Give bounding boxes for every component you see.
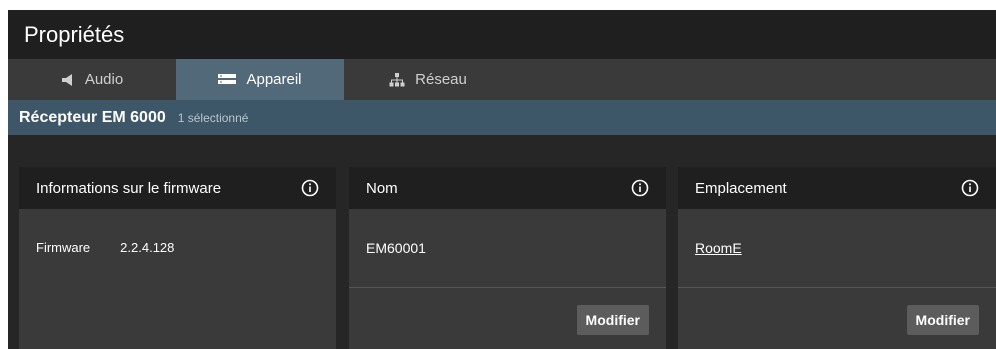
- info-icon[interactable]: [631, 179, 649, 197]
- network-icon: [389, 72, 405, 87]
- tab-device[interactable]: Appareil: [176, 59, 344, 100]
- cards-area: Informations sur le firmware Firmware 2.…: [8, 135, 996, 349]
- name-card-header: Nom: [349, 167, 666, 209]
- location-card-body: RoomE Modifier: [678, 209, 996, 349]
- modify-name-button[interactable]: Modifier: [576, 305, 649, 335]
- tab-bar: Audio Appareil Réseau: [8, 59, 996, 100]
- location-card-header: Emplacement: [678, 167, 996, 209]
- name-card: Nom EM60001 Modifier: [349, 167, 666, 349]
- firmware-label: Firmware: [36, 240, 91, 255]
- firmware-card-body: Firmware 2.2.4.128: [19, 209, 336, 349]
- firmware-card-header: Informations sur le firmware: [19, 167, 336, 209]
- info-icon[interactable]: [301, 179, 319, 197]
- device-name-value: EM60001: [366, 240, 426, 256]
- modify-location-button[interactable]: Modifier: [906, 305, 979, 335]
- firmware-row: Firmware 2.2.4.128: [36, 240, 174, 255]
- speaker-icon: [61, 73, 75, 87]
- tab-audio[interactable]: Audio: [8, 59, 176, 100]
- divider: [349, 287, 666, 288]
- properties-panel: Propriétés Audio Appareil Réseau Récepte…: [8, 10, 996, 349]
- panel-title: Propriétés: [8, 10, 996, 59]
- location-card-title: Emplacement: [695, 179, 787, 197]
- name-card-body: EM60001 Modifier: [349, 209, 666, 349]
- device-bar: Récepteur EM 6000 1 sélectionné: [8, 100, 996, 135]
- device-name: Récepteur EM 6000: [19, 108, 166, 126]
- tab-network[interactable]: Réseau: [344, 59, 512, 100]
- location-link[interactable]: RoomE: [695, 240, 742, 256]
- name-card-title: Nom: [366, 179, 398, 197]
- info-icon[interactable]: [961, 179, 979, 197]
- firmware-card: Informations sur le firmware Firmware 2.…: [19, 167, 336, 349]
- tab-network-label: Réseau: [415, 71, 467, 88]
- firmware-card-title: Informations sur le firmware: [36, 179, 222, 197]
- selection-count: 1 sélectionné: [177, 110, 249, 125]
- tab-audio-label: Audio: [84, 71, 124, 88]
- device-icon: [218, 73, 237, 87]
- tab-device-label: Appareil: [246, 71, 302, 88]
- divider: [678, 287, 996, 288]
- location-card: Emplacement RoomE Modifier: [678, 167, 996, 349]
- firmware-version: 2.2.4.128: [120, 240, 175, 255]
